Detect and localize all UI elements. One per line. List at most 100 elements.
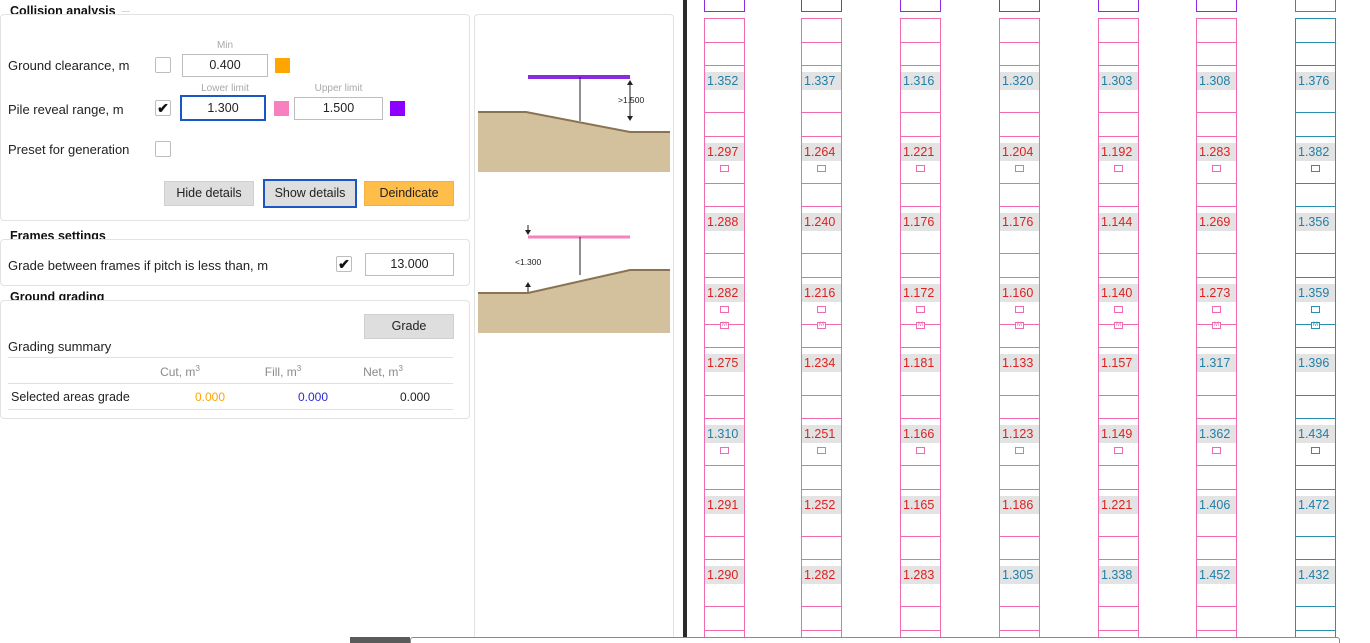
- pile-reveal-value: 1.291: [705, 495, 744, 514]
- module-cell: [801, 229, 842, 255]
- frame-connector-icon: [817, 165, 826, 172]
- module-cell: [900, 229, 941, 255]
- pile-reveal-value: 1.297: [705, 142, 744, 161]
- module-cell: [1295, 465, 1336, 490]
- module-cell: [1098, 41, 1139, 67]
- motor-icon: M: [1212, 322, 1221, 329]
- motor-icon: M: [1015, 322, 1024, 329]
- pile-reveal-value: 1.192: [1099, 142, 1138, 161]
- module-cell: [801, 253, 842, 278]
- grade-button[interactable]: Grade: [364, 314, 454, 339]
- pile-reveal-value: 1.283: [901, 566, 940, 585]
- pile-reveal-value: 1.252: [802, 495, 841, 514]
- col-header-fill: Fill, m3: [264, 364, 302, 379]
- motor-icon: M: [1311, 322, 1320, 329]
- pile-reveal-value: 1.144: [1099, 213, 1138, 232]
- pile-upper-limit-input[interactable]: 1.500: [294, 97, 383, 120]
- ground-clearance-input[interactable]: 0.400: [182, 54, 268, 77]
- ground-clearance-label: Ground clearance, m: [8, 58, 130, 73]
- layout-grid-view[interactable]: M 1.352 1.297 1.288 1.282 1.275 1.310 1.291 1.29…: [687, 0, 1370, 643]
- pile-reveal-value: 1.290: [705, 566, 744, 585]
- pile-reveal-value: 1.356: [1296, 213, 1335, 232]
- module-cell: [999, 182, 1040, 208]
- module-cell: [999, 371, 1040, 396]
- pile-column[interactable]: M 1.316 1.221 1.176 1.172 1.181 1.166 1.165 1.28…: [900, 0, 941, 643]
- upper-color-swatch[interactable]: [390, 101, 405, 116]
- module-cell: [704, 582, 745, 608]
- pile-reveal-value: 1.303: [1099, 72, 1138, 90]
- show-details-button[interactable]: Show details: [263, 179, 357, 208]
- module-cell: [704, 371, 745, 396]
- pile-column[interactable]: M 1.320 1.204 1.176 1.160 1.133 1.123 1.186 1.30…: [999, 0, 1040, 643]
- clearance-color-swatch[interactable]: [275, 58, 290, 73]
- module-cell: [1098, 112, 1139, 137]
- module-cell: [1098, 18, 1139, 43]
- preset-checkbox[interactable]: [155, 141, 171, 157]
- frame-connector-icon: [1311, 306, 1320, 313]
- grading-summary-label: Grading summary: [8, 339, 112, 354]
- hide-details-button[interactable]: Hide details: [164, 181, 254, 206]
- pile-reveal-value: 1.165: [901, 495, 940, 514]
- module-cell: [999, 465, 1040, 490]
- lower-color-swatch[interactable]: [274, 101, 289, 116]
- module-cell: [1196, 182, 1237, 208]
- check-icon: ✔: [157, 100, 169, 116]
- module-cell: [704, 465, 745, 490]
- module-cell: [1196, 535, 1237, 561]
- module-cell: [801, 465, 842, 490]
- module-cell: [801, 512, 842, 537]
- module-cell: [900, 88, 941, 114]
- frame-connector-icon: [1015, 165, 1024, 172]
- bottom-panel-tab[interactable]: [410, 637, 1340, 643]
- pile-column[interactable]: M 1.303 1.192 1.144 1.140 1.157 1.149 1.221 1.33…: [1098, 0, 1139, 643]
- pile-reveal-value: 1.221: [901, 142, 940, 161]
- pile-reveal-value: 1.452: [1197, 566, 1236, 585]
- frame-connector-icon: [1212, 447, 1221, 454]
- pile-reveal-value: 1.181: [901, 354, 940, 373]
- pile-reveal-value: 1.376: [1296, 72, 1335, 90]
- pile-reveal-value: 1.149: [1099, 425, 1138, 443]
- module-cell: [1295, 182, 1336, 208]
- module-cell: [801, 371, 842, 396]
- module-cell: [704, 229, 745, 255]
- module-cell: [1295, 229, 1336, 255]
- pile-column[interactable]: M 1.337 1.264 1.240 1.216 1.234 1.251 1.252 1.28…: [801, 0, 842, 643]
- pile-lower-limit-input[interactable]: 1.300: [180, 95, 266, 121]
- module-cell: [900, 182, 941, 208]
- module-cell: [1196, 371, 1237, 396]
- module-cell: [1295, 394, 1336, 420]
- module-cell: [1098, 88, 1139, 114]
- net-value: 0.000: [399, 390, 431, 404]
- module-cell: [1295, 41, 1336, 67]
- ground-clearance-checkbox[interactable]: [155, 57, 171, 73]
- scrollbar-thumb[interactable]: [350, 637, 410, 643]
- pile-reveal-checkbox[interactable]: ✔: [155, 100, 171, 116]
- module-cell: [999, 606, 1040, 631]
- module-cell: [1098, 394, 1139, 420]
- module-cell: [1098, 465, 1139, 490]
- pile-reveal-value: 1.176: [901, 213, 940, 232]
- module-cell: [1098, 535, 1139, 561]
- module-cell: [1196, 112, 1237, 137]
- module-cell: [1098, 253, 1139, 278]
- module-cell: [704, 18, 745, 43]
- check-icon: ✔: [338, 256, 350, 272]
- frame-connector-icon: [1015, 447, 1024, 454]
- pile-reveal-value: 1.308: [1197, 72, 1236, 90]
- pile-reveal-value: 1.140: [1099, 283, 1138, 302]
- module-cell: [900, 371, 941, 396]
- pile-column[interactable]: M 1.308 1.283 1.269 1.273 1.317 1.362 1.406 1.45…: [1196, 0, 1237, 643]
- grade-pitch-input[interactable]: 13.000: [365, 253, 454, 276]
- module-cell: [801, 394, 842, 420]
- grade-between-frames-checkbox[interactable]: ✔: [336, 256, 352, 272]
- pile-reveal-value: 1.396: [1296, 354, 1335, 373]
- module-cell: [1295, 18, 1336, 43]
- min-label: Min: [216, 40, 234, 51]
- module-cell: [1098, 512, 1139, 537]
- deindicate-button[interactable]: Deindicate: [364, 181, 454, 206]
- upper-diagram-label: >1.500: [618, 95, 645, 105]
- module-cell: [900, 18, 941, 43]
- pile-column[interactable]: M 1.352 1.297 1.288 1.282 1.275 1.310 1.291 1.29…: [704, 0, 745, 643]
- module-cell: [900, 582, 941, 608]
- pile-column[interactable]: M 1.376 1.382 1.356 1.359 1.396 1.434 1.472 1.43…: [1295, 0, 1336, 643]
